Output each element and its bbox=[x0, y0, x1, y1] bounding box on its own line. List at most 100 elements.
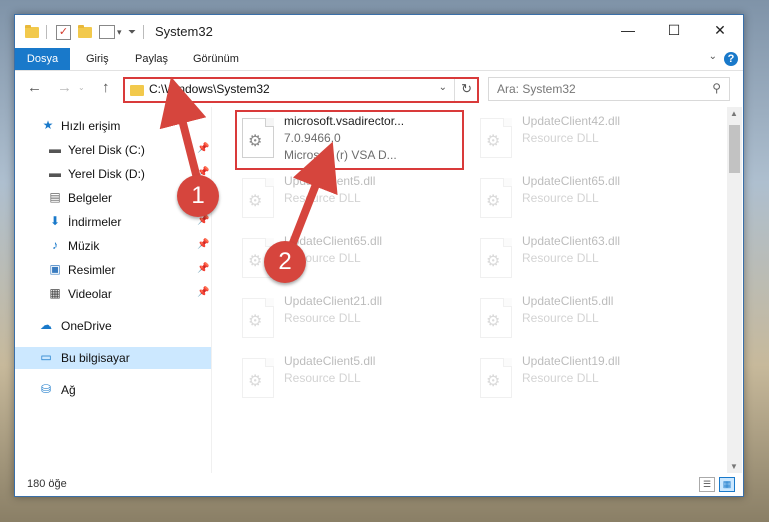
file-name: UpdateClient65.dll bbox=[522, 174, 621, 188]
forward-button[interactable]: → bbox=[57, 79, 72, 96]
tab-view[interactable]: Görünüm bbox=[193, 48, 239, 70]
title-separator bbox=[143, 23, 144, 41]
quick-access-properties-icon[interactable]: ✓ bbox=[56, 23, 71, 41]
folder-icon bbox=[130, 85, 144, 96]
address-bar[interactable]: C:\Windows\System32 ⌄ ↻ bbox=[123, 77, 479, 103]
dll-file-icon: ⚙ bbox=[242, 178, 274, 218]
file-description: Resource DLL bbox=[522, 311, 599, 325]
file-item[interactable]: ⚙ UpdateClient19.dll Resource DLL bbox=[474, 352, 694, 404]
dll-file-icon: ⚙ bbox=[480, 118, 512, 158]
step-marker-1: 1 bbox=[177, 175, 219, 217]
sidebar-item-network[interactable]: ⛁ Ağ bbox=[15, 379, 211, 401]
file-name: UpdateClient5.dll bbox=[284, 174, 376, 188]
status-bar: 180 öğe ☰ ▦ bbox=[15, 473, 743, 496]
ribbon-expand-chevron-icon[interactable]: ⌄ bbox=[709, 51, 717, 62]
large-icons-view-icon[interactable]: ▦ bbox=[719, 477, 735, 492]
file-item[interactable]: ⚙ UpdateClient5.dll Resource DLL bbox=[236, 172, 456, 224]
item-count: 180 öğe bbox=[27, 478, 67, 490]
dll-file-icon: ⚙ bbox=[480, 178, 512, 218]
dll-file-icon: ⚙ bbox=[480, 238, 512, 278]
back-button[interactable]: ← bbox=[27, 79, 42, 96]
scrollbar-thumb[interactable] bbox=[729, 125, 740, 173]
search-input[interactable]: Ara: System32 ⚲ bbox=[488, 77, 730, 101]
address-dropdown-chevron-icon[interactable]: ⌄ bbox=[439, 82, 447, 93]
disk-icon: ▬ bbox=[49, 166, 61, 180]
file-item[interactable]: ⚙ UpdateClient5.dll Resource DLL bbox=[236, 352, 456, 404]
sidebar-item-onedrive[interactable]: ☁ OneDrive bbox=[15, 315, 211, 337]
recent-locations-chevron-icon[interactable]: ⌄ bbox=[78, 83, 85, 92]
sidebar-item-label: Yerel Disk (C:) bbox=[68, 143, 145, 157]
quick-access-folder-icon[interactable] bbox=[25, 23, 39, 41]
sidebar-item-label: Müzik bbox=[68, 239, 100, 253]
sidebar-item-videos[interactable]: ▦ Videolar 📌 bbox=[15, 283, 211, 305]
up-button[interactable]: ↑ bbox=[102, 79, 110, 96]
search-icon[interactable]: ⚲ bbox=[712, 81, 721, 95]
sidebar-item-label: Yerel Disk (D:) bbox=[68, 167, 145, 181]
sidebar-item-music[interactable]: ♪ Müzik 📌 bbox=[15, 235, 211, 257]
sidebar-item-label: OneDrive bbox=[61, 319, 112, 333]
navigation-pane: ★ Hızlı erişim ▬ Yerel Disk (C:) 📌 ▬ Yer… bbox=[15, 107, 211, 473]
sidebar-item-pictures[interactable]: ▣ Resimler 📌 bbox=[15, 259, 211, 281]
dll-file-icon: ⚙ bbox=[480, 298, 512, 338]
refresh-icon[interactable]: ↻ bbox=[461, 81, 472, 97]
close-button[interactable]: ✕ bbox=[697, 15, 743, 46]
quick-access-customize-icon[interactable]: ▾ bbox=[117, 23, 122, 41]
sidebar-item-label: Ağ bbox=[61, 383, 76, 397]
tab-home[interactable]: Giriş bbox=[86, 48, 109, 70]
address-separator bbox=[454, 79, 455, 101]
pin-icon: 📌 bbox=[197, 263, 210, 274]
file-name: UpdateClient5.dll bbox=[284, 354, 376, 368]
file-name: UpdateClient42.dll bbox=[522, 114, 621, 128]
scroll-down-arrow-icon[interactable]: ▼ bbox=[730, 462, 738, 471]
tab-file[interactable]: Dosya bbox=[15, 48, 70, 70]
file-description: Resource DLL bbox=[522, 251, 599, 265]
file-name: UpdateClient19.dll bbox=[522, 354, 621, 368]
file-item[interactable]: ⚙ UpdateClient65.dll Resource DLL bbox=[474, 172, 694, 224]
dll-file-icon: ⚙ bbox=[480, 358, 512, 398]
vertical-scrollbar[interactable]: ▲ ▼ bbox=[727, 107, 742, 473]
file-item[interactable]: ⚙ UpdateClient42.dll Resource DLL bbox=[474, 112, 694, 164]
sidebar-item-label: İndirmeler bbox=[68, 215, 122, 229]
details-view-icon[interactable]: ☰ bbox=[699, 477, 715, 492]
sidebar-item-label: Bu bilgisayar bbox=[61, 351, 130, 365]
sidebar-item-quick-access[interactable]: ★ Hızlı erişim bbox=[15, 115, 211, 137]
file-item[interactable]: ⚙ UpdateClient21.dll Resource DLL bbox=[236, 292, 456, 344]
navigation-bar: ← → ⌄ ↑ C:\Windows\System32 ⌄ ↻ Ara: Sys… bbox=[15, 71, 743, 107]
download-icon: ⬇ bbox=[49, 214, 61, 228]
minimize-button[interactable]: — bbox=[605, 15, 651, 46]
cloud-icon: ☁ bbox=[40, 318, 52, 332]
sidebar-item-label: Hızlı erişim bbox=[61, 119, 121, 133]
star-icon: ★ bbox=[42, 118, 54, 132]
sidebar-item-disk-c[interactable]: ▬ Yerel Disk (C:) 📌 bbox=[15, 139, 211, 161]
file-name: UpdateClient63.dll bbox=[522, 234, 621, 248]
dll-file-icon: ⚙ bbox=[242, 298, 274, 338]
quick-access-dropdown-icon[interactable]: ⏷ bbox=[128, 23, 136, 41]
file-description: Resource DLL bbox=[284, 311, 361, 325]
file-description: Resource DLL bbox=[522, 191, 599, 205]
explorer-window: ✓ ▾ ⏷ System32 — ☐ ✕ Dosya Giriş Paylaş … bbox=[14, 14, 744, 497]
address-text[interactable]: C:\Windows\System32 bbox=[149, 82, 270, 96]
scroll-up-arrow-icon[interactable]: ▲ bbox=[730, 109, 738, 118]
help-icon[interactable]: ? bbox=[724, 52, 738, 66]
highlight-box bbox=[235, 110, 464, 170]
sidebar-item-this-pc[interactable]: ▭ Bu bilgisayar bbox=[15, 347, 211, 369]
file-description: Resource DLL bbox=[522, 131, 599, 145]
sidebar-item-downloads[interactable]: ⬇ İndirmeler 📌 bbox=[15, 211, 211, 233]
file-name: UpdateClient21.dll bbox=[284, 294, 383, 308]
music-icon: ♪ bbox=[52, 238, 58, 252]
maximize-button[interactable]: ☐ bbox=[651, 15, 697, 46]
quick-access-rename-icon[interactable] bbox=[99, 23, 115, 41]
sidebar-item-label: Resimler bbox=[68, 263, 116, 277]
file-description: Resource DLL bbox=[284, 371, 361, 385]
search-placeholder: Ara: System32 bbox=[497, 82, 576, 96]
file-item[interactable]: ⚙ UpdateClient5.dll Resource DLL bbox=[474, 292, 694, 344]
videos-icon: ▦ bbox=[49, 286, 61, 300]
tab-share[interactable]: Paylaş bbox=[135, 48, 168, 70]
title-bar: ✓ ▾ ⏷ System32 — ☐ ✕ bbox=[15, 15, 743, 48]
documents-icon: ▤ bbox=[49, 190, 61, 204]
file-description: Resource DLL bbox=[522, 371, 599, 385]
computer-icon: ▭ bbox=[40, 350, 52, 364]
step-marker-2: 2 bbox=[264, 241, 306, 283]
quick-access-new-folder-icon[interactable] bbox=[78, 23, 92, 41]
file-item[interactable]: ⚙ UpdateClient63.dll Resource DLL bbox=[474, 232, 694, 284]
